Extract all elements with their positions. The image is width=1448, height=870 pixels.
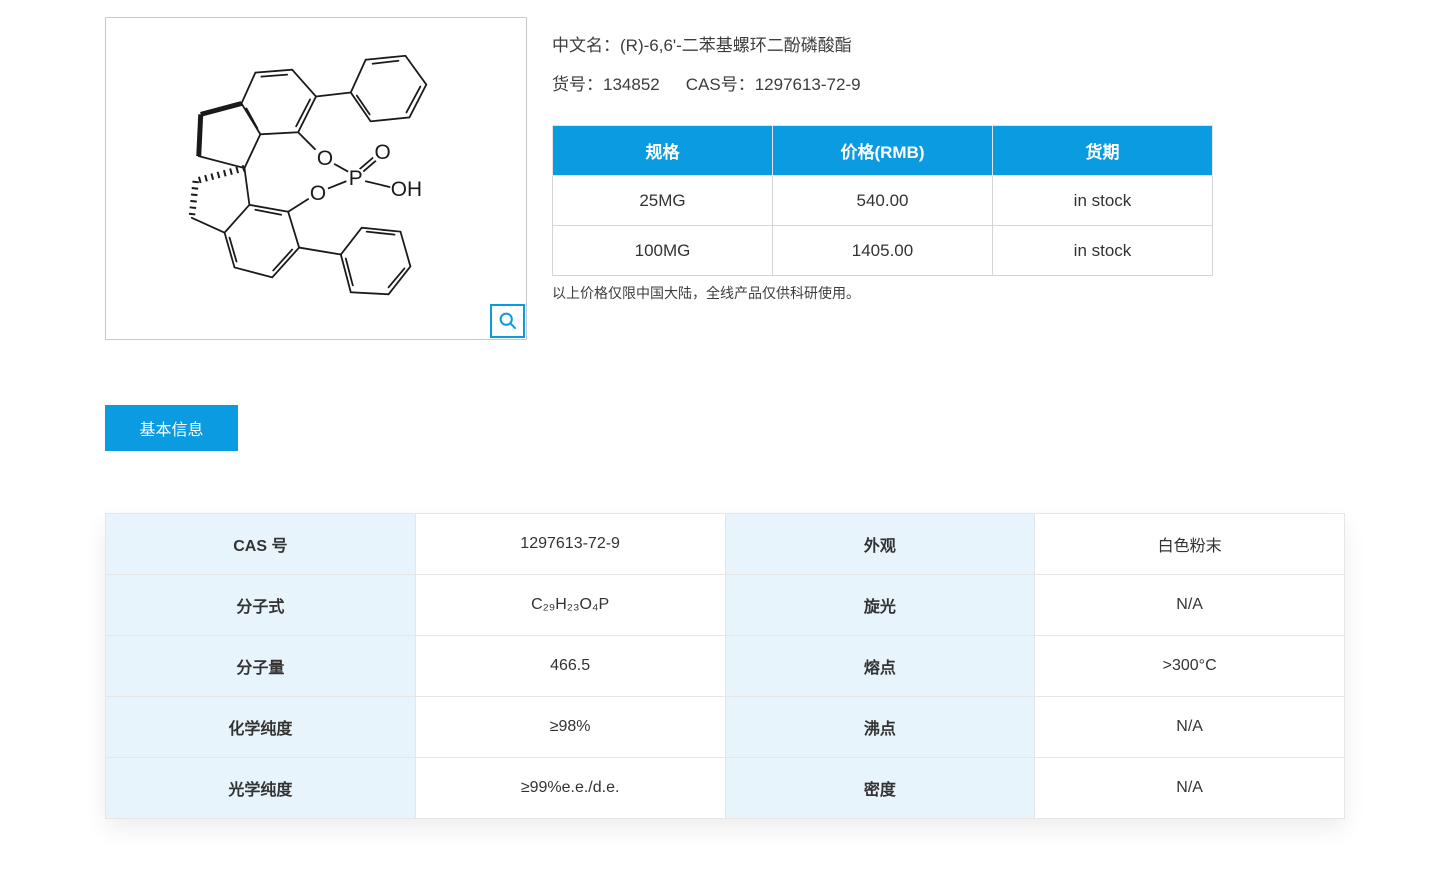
info-label: 密度 bbox=[724, 757, 1036, 819]
basic-info-table: CAS 号 1297613-72-9 外观 白色粉末 分子式 C₂₉H₂₃O₄P… bbox=[105, 513, 1345, 819]
price-cell-spec: 100MG bbox=[552, 225, 773, 276]
price-header-availability: 货期 bbox=[992, 125, 1213, 176]
price-cell-availability: in stock bbox=[992, 175, 1213, 226]
atom-o-top: O bbox=[317, 147, 333, 170]
atom-o-bottom: O bbox=[310, 182, 326, 205]
table-row: 光学纯度 ≥99%e.e./d.e. 密度 N/A bbox=[105, 757, 1345, 819]
info-label: 分子量 bbox=[105, 635, 416, 697]
info-value: N/A bbox=[1034, 757, 1345, 819]
product-catalog-line: 货号：134852 CAS号：1297613-72-9 bbox=[552, 70, 861, 95]
atom-oh: OH bbox=[391, 178, 422, 201]
info-value: 白色粉末 bbox=[1034, 513, 1345, 575]
price-table-header-row: 规格 价格(RMB) 货期 bbox=[552, 125, 1213, 176]
cas-number: 1297613-72-9 bbox=[754, 75, 861, 94]
price-header-price: 价格(RMB) bbox=[772, 125, 993, 176]
cas-label: CAS号： bbox=[685, 75, 755, 94]
price-table: 规格 价格(RMB) 货期 25MG 540.00 in stock 100MG… bbox=[552, 125, 1213, 276]
price-row: 25MG 540.00 in stock bbox=[552, 175, 1213, 226]
cn-name-value: (R)-6,6'-二苯基螺环二酚磷酸酯 bbox=[620, 36, 852, 55]
atom-o-double: O bbox=[374, 141, 390, 164]
table-row: 分子式 C₂₉H₂₃O₄P 旋光 N/A bbox=[105, 574, 1345, 636]
price-cell-price: 1405.00 bbox=[772, 225, 993, 276]
info-value: >300°C bbox=[1034, 635, 1345, 697]
atom-p: P bbox=[349, 167, 363, 190]
table-row: 化学纯度 ≥98% 沸点 N/A bbox=[105, 696, 1345, 758]
info-label: 旋光 bbox=[724, 574, 1036, 636]
info-label: 化学纯度 bbox=[105, 696, 416, 758]
info-label: 分子式 bbox=[105, 574, 416, 636]
price-cell-availability: in stock bbox=[992, 225, 1213, 276]
molecule-structure-image: O P O OH O bbox=[188, 54, 428, 296]
catalog-label: 货号： bbox=[552, 75, 603, 94]
info-label: 熔点 bbox=[724, 635, 1036, 697]
table-row: 分子量 466.5 熔点 >300°C bbox=[105, 635, 1345, 697]
table-row: CAS 号 1297613-72-9 外观 白色粉末 bbox=[105, 513, 1345, 575]
info-value: C₂₉H₂₃O₄P bbox=[414, 574, 726, 636]
info-value: N/A bbox=[1034, 696, 1345, 758]
magnifier-icon bbox=[499, 312, 516, 329]
info-label: 外观 bbox=[724, 513, 1036, 575]
product-cn-name-line: 中文名：(R)-6,6'-二苯基螺环二酚磷酸酯 bbox=[552, 31, 852, 56]
info-value: ≥99%e.e./d.e. bbox=[414, 757, 726, 819]
cn-name-label: 中文名： bbox=[552, 36, 620, 55]
info-value: ≥98% bbox=[414, 696, 726, 758]
info-label: 光学纯度 bbox=[105, 757, 416, 819]
info-label: 沸点 bbox=[724, 696, 1036, 758]
info-value: N/A bbox=[1034, 574, 1345, 636]
structure-image-box: O P O OH O bbox=[105, 17, 527, 340]
tab-basic-info[interactable]: 基本信息 bbox=[105, 405, 238, 451]
price-note: 以上价格仅限中国大陆，全线产品仅供科研使用。 bbox=[552, 285, 860, 301]
price-cell-price: 540.00 bbox=[772, 175, 993, 226]
price-cell-spec: 25MG bbox=[552, 175, 773, 226]
info-value: 466.5 bbox=[414, 635, 726, 697]
price-header-spec: 规格 bbox=[552, 125, 773, 176]
zoom-structure-button[interactable] bbox=[490, 304, 525, 338]
info-value: 1297613-72-9 bbox=[414, 513, 726, 575]
info-label: CAS 号 bbox=[105, 513, 416, 575]
catalog-number: 134852 bbox=[603, 75, 660, 94]
product-page: O P O OH O 中文名：(R)-6,6'-二苯基螺环二酚磷酸酯 货号：13… bbox=[0, 0, 1448, 870]
price-row: 100MG 1405.00 in stock bbox=[552, 225, 1213, 276]
